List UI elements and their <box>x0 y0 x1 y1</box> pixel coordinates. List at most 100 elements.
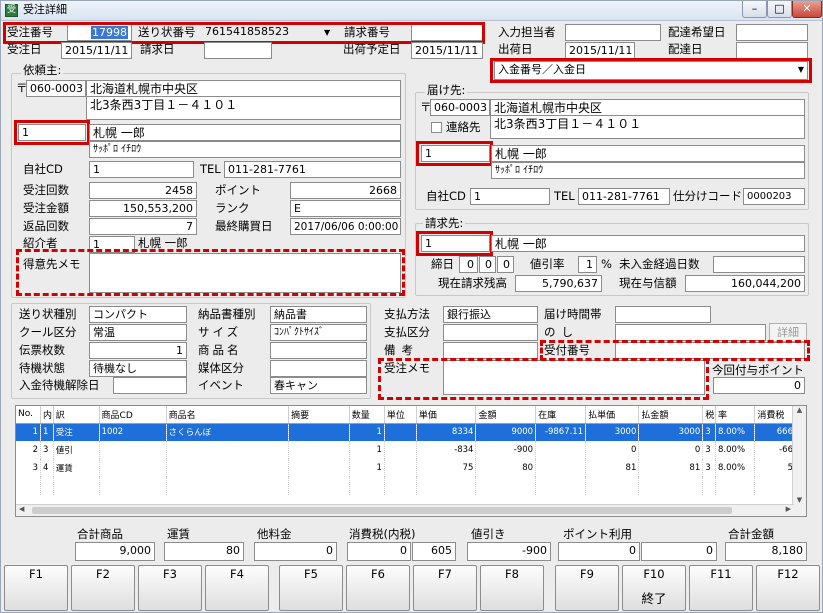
release-field[interactable] <box>113 377 187 394</box>
cutoff-field-3[interactable]: 0 <box>497 256 514 273</box>
slip-dropdown-icon[interactable]: ▼ <box>324 25 330 41</box>
tax-field-2[interactable]: 605 <box>412 542 456 561</box>
ship-date-field[interactable]: 2015/11/11 <box>565 42 635 59</box>
time-field[interactable] <box>615 306 711 323</box>
table-row[interactable]: 2 3 値引 1 -834 -900 0 0 3 8.00% -66 <box>16 441 796 459</box>
client-memo-field[interactable] <box>89 253 401 293</box>
grid-header-cell[interactable]: 訳 <box>53 406 100 424</box>
fkey-f4-button[interactable]: F4 <box>205 565 269 611</box>
referrer-code-field[interactable]: 1 <box>89 236 135 253</box>
client-address1-field[interactable]: 北海道札幌市中央区 <box>86 80 401 97</box>
return-count-field[interactable]: 7 <box>89 218 197 235</box>
payment-select[interactable]: 入金番号／入金日 ▼ <box>494 61 808 80</box>
maximize-button[interactable]: □ <box>767 1 792 18</box>
last-purchase-field[interactable]: 2017/06/06 0:00:00 <box>290 218 401 235</box>
staff-field[interactable] <box>565 24 661 41</box>
order-count-field[interactable]: 2458 <box>89 182 197 199</box>
points-used-field-1[interactable]: 0 <box>558 542 640 561</box>
table-row[interactable]: 3 4 運賃 1 75 80 81 81 3 8.00% 5 <box>16 459 796 477</box>
fkey-f11-button[interactable]: F11 <box>689 565 753 611</box>
fkey-f2-button[interactable]: F2 <box>71 565 135 611</box>
grid-header-cell[interactable]: 商品CD <box>99 406 167 424</box>
points-used-field-2[interactable]: 0 <box>641 542 717 561</box>
invoice-no-field[interactable] <box>411 24 483 41</box>
grid-header-cell[interactable]: 在庫 <box>535 406 587 424</box>
fkey-f3-button[interactable]: F3 <box>138 565 202 611</box>
discount-field[interactable]: -900 <box>467 542 551 561</box>
table-row[interactable]: 1 1 受注 1002 さくらんぼ 1 8334 9000 -9867.11 3000 3000 3 8… <box>16 423 796 441</box>
grid-header-cell[interactable]: 内 <box>40 406 54 424</box>
unpaid-days-field[interactable] <box>713 256 805 273</box>
grid-header-cell[interactable]: 払単価 <box>585 406 640 424</box>
rank-field[interactable]: E <box>290 200 401 217</box>
discount-rate-field[interactable]: 1 <box>578 256 597 273</box>
tax-field-1[interactable]: 0 <box>347 542 411 561</box>
fkey-f6-button[interactable]: F6 <box>346 565 410 611</box>
fkey-f1-button[interactable]: F1 <box>4 565 68 611</box>
other-fee-field[interactable]: 0 <box>254 542 337 561</box>
grid-hscroll[interactable]: ◀ ▶ <box>16 504 794 516</box>
sort-code-field[interactable]: 0000203 <box>743 188 805 205</box>
slips-field[interactable]: 1 <box>89 342 187 359</box>
grid-header-cell[interactable]: 消費税 <box>754 406 796 424</box>
bill-date-field[interactable] <box>204 42 272 59</box>
product-name-field[interactable] <box>270 342 367 359</box>
delivery-tel-field[interactable]: 011-281-7761 <box>578 188 670 205</box>
client-address2-field[interactable]: 北3条西3丁目１－４１０１ <box>86 96 401 120</box>
order-lines-grid[interactable]: No. 内訳商品CD 商品名 摘要 数量 単位 単価 金額 在庫 払単価 払金額税率消費税 1 1 受注… <box>15 405 807 517</box>
delivery-address2-field[interactable]: 北3条西3丁目１－４１０１ <box>490 115 805 139</box>
grant-points-field[interactable]: 0 <box>713 377 805 394</box>
grid-header-cell[interactable]: 商品名 <box>166 406 290 424</box>
client-name-field[interactable]: 札幌 一郎 <box>89 124 401 141</box>
grid-header-cell[interactable]: No. <box>16 406 41 424</box>
freight-field[interactable]: 80 <box>164 542 244 561</box>
fkey-f7-button[interactable]: F7 <box>413 565 477 611</box>
client-kana-field[interactable]: ｻｯﾎﾟﾛ ｲﾁﾛｳ <box>89 141 401 158</box>
client-code-field[interactable]: 1 <box>18 124 86 141</box>
billing-name-field[interactable]: 札幌 一郎 <box>491 235 805 252</box>
grid-header-cell[interactable]: 単位 <box>384 406 417 424</box>
fkey-f9-button[interactable]: F9 <box>555 565 619 611</box>
order-amount-field[interactable]: 150,553,200 <box>89 200 197 217</box>
remarks-field[interactable] <box>443 342 538 359</box>
wait-field[interactable]: 待機なし <box>89 360 187 377</box>
grid-header-cell[interactable]: 単価 <box>416 406 477 424</box>
pay-method-field[interactable]: 銀行振込 <box>443 306 538 323</box>
grid-vscroll[interactable]: ▲ ▼ <box>792 406 806 516</box>
event-field[interactable]: 春キャン <box>270 377 367 394</box>
receipt-field[interactable] <box>615 342 805 359</box>
delivery-zip-field[interactable]: 060-0003 <box>430 99 490 116</box>
billing-code-field[interactable]: 1 <box>421 235 490 252</box>
order-date-field[interactable]: 2015/11/11 <box>61 42 132 59</box>
balance-field[interactable]: 5,790,637 <box>515 275 602 292</box>
fkey-f5-button[interactable]: F5 <box>279 565 343 611</box>
contact-checkbox[interactable] <box>431 122 442 133</box>
arrive-date-field[interactable] <box>736 42 808 59</box>
delivery-address1-field[interactable]: 北海道札幌市中央区 <box>490 99 805 116</box>
delivery-code-field[interactable]: 1 <box>421 145 490 162</box>
table-row-empty[interactable] <box>16 477 796 495</box>
grid-header-cell[interactable]: 税 <box>702 406 717 424</box>
credit-field[interactable]: 160,044,200 <box>685 275 805 292</box>
close-button[interactable]: ✕ <box>792 1 822 18</box>
grid-header-cell[interactable]: 摘要 <box>288 406 350 424</box>
cutoff-field-1[interactable]: 0 <box>459 256 478 273</box>
grid-header-cell[interactable]: 数量 <box>349 406 385 424</box>
grand-total-field[interactable]: 8,180 <box>725 542 807 561</box>
grid-header-cell[interactable]: 率 <box>715 406 756 424</box>
pay-category-field[interactable] <box>443 324 538 341</box>
delivery-note-field[interactable]: 納品書 <box>270 306 367 323</box>
order-no-field[interactable]: 17998 <box>67 24 132 41</box>
total-items-field[interactable]: 9,000 <box>75 542 155 561</box>
delivery-name-field[interactable]: 札幌 一郎 <box>491 145 805 162</box>
desired-date-field[interactable] <box>736 24 808 41</box>
fkey-f10-button[interactable]: F10 終了 <box>622 565 686 611</box>
grid-header-cell[interactable]: 払金額 <box>638 406 704 424</box>
cutoff-field-2[interactable]: 0 <box>479 256 496 273</box>
slip-type-field[interactable]: コンパクト <box>89 306 187 323</box>
delivery-company-cd-field[interactable]: 1 <box>470 188 550 205</box>
detail-button[interactable]: 詳細 <box>769 323 807 342</box>
ship-plan-field[interactable]: 2015/11/11 <box>411 42 483 59</box>
fkey-f8-button[interactable]: F8 <box>480 565 544 611</box>
size-field[interactable]: ｺﾝﾊﾟｸﾄｻｲｽﾞ <box>270 324 367 341</box>
